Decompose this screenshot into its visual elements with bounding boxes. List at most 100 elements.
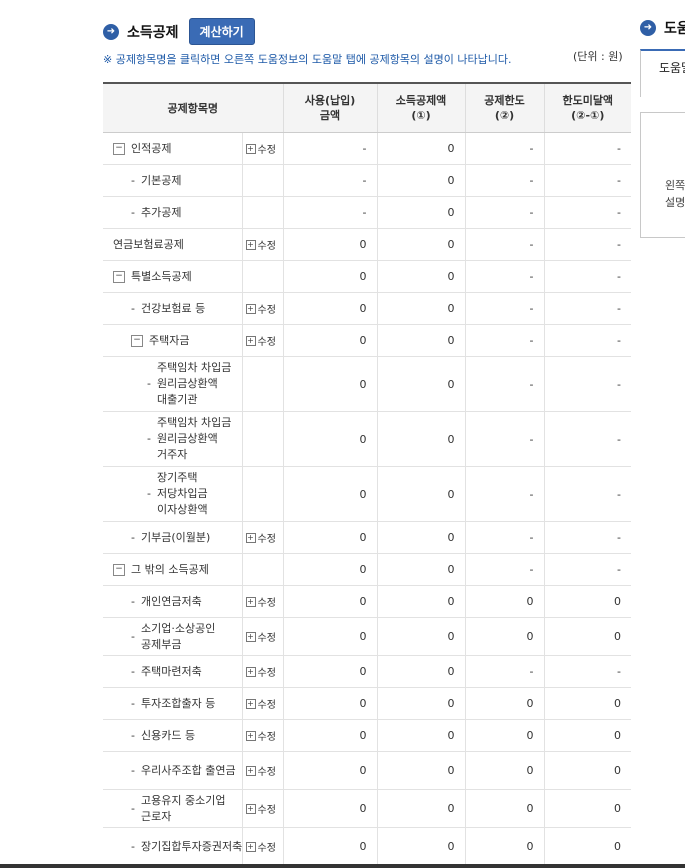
item-name-link[interactable]: 고용유지 중소기업 근로자: [141, 793, 242, 825]
item-name-link[interactable]: 소기업·소상공인 공제부금: [141, 621, 242, 653]
edit-label: 수정: [257, 843, 276, 854]
limit-cell: -: [464, 356, 545, 412]
edit-button[interactable]: + 수정: [243, 333, 283, 348]
table-row: − 인적공제 + 수정 -0- -: [103, 132, 632, 165]
item-name-link[interactable]: 특별소득공제: [131, 269, 192, 285]
edit-cell: + 수정: [241, 585, 284, 618]
limit-cell: 0: [464, 827, 545, 866]
amount-cell: 0: [282, 827, 378, 866]
shortfall-cell: -: [543, 324, 632, 357]
item-name-link[interactable]: 기본공제: [141, 173, 181, 189]
bottom-scrollbar[interactable]: [0, 864, 685, 868]
amount-cell: -: [282, 132, 378, 165]
edit-button[interactable]: + 수정: [243, 801, 283, 816]
edit-button[interactable]: + 수정: [243, 629, 283, 644]
edit-label: 수정: [257, 668, 276, 679]
limit-cell: -: [464, 164, 545, 197]
table-body: − 인적공제 + 수정 -0- - - 기본공제 -0- - - 추가공제 -0- - 연금보험료공제 + 수정…: [103, 132, 632, 866]
deduction-cell: 0: [376, 411, 466, 467]
table-row: - 주택임차 차입금 원리금상환액 대출기관 0 0- -: [103, 356, 632, 412]
deduction-cell: 0: [376, 719, 466, 752]
item-name-link[interactable]: 주택임차 차입금 원리금상환액 거주자: [157, 415, 242, 463]
edit-cell: [241, 196, 284, 229]
edit-button[interactable]: + 수정: [243, 530, 283, 545]
item-name-cell: - 기부금(이월분): [103, 521, 242, 554]
plus-box-icon: +: [245, 532, 256, 543]
collapse-toggle-icon[interactable]: −: [113, 142, 125, 155]
plus-box-icon: +: [245, 698, 256, 709]
deduction-cell: 0: [376, 260, 466, 293]
limit-cell: -: [464, 324, 545, 357]
edit-button[interactable]: + 수정: [243, 839, 283, 854]
shortfall-cell: -: [543, 228, 632, 261]
collapse-toggle-icon[interactable]: −: [113, 563, 125, 576]
indent-dash: -: [147, 432, 151, 445]
item-name-link[interactable]: 장기집합투자증권저축: [141, 839, 242, 855]
limit-cell: -: [464, 521, 545, 554]
edit-button[interactable]: + 수정: [243, 763, 283, 778]
edit-button[interactable]: + 수정: [243, 594, 283, 609]
item-name-cell: - 기본공제: [103, 164, 242, 197]
item-name-link[interactable]: 추가공제: [141, 205, 181, 221]
limit-cell: -: [464, 228, 545, 261]
indent-dash: -: [131, 763, 135, 777]
limit-cell: -: [464, 292, 545, 325]
edit-button[interactable]: + 수정: [243, 664, 283, 679]
shortfall-cell: -: [543, 655, 632, 688]
edit-label: 수정: [257, 145, 276, 156]
amount-cell: 0: [282, 228, 378, 261]
table-row: - 투자조합출자 등 + 수정 0 0 0 0: [103, 687, 632, 720]
help-text-line: 설명: [665, 196, 685, 209]
item-name-link[interactable]: 그 밖의 소득공제: [131, 562, 209, 578]
deduction-cell: 0: [376, 617, 466, 656]
arrow-circle-icon: ➜: [103, 23, 119, 40]
shortfall-cell: -: [543, 411, 632, 467]
edit-button[interactable]: + 수정: [243, 696, 283, 711]
indent-dash: -: [131, 530, 135, 544]
item-name-link[interactable]: 연금보험료공제: [113, 237, 184, 253]
item-name-link[interactable]: 인적공제: [131, 141, 171, 157]
item-name-link[interactable]: 투자조합출자 등: [141, 696, 215, 712]
item-name-link[interactable]: 주택마련저축: [141, 664, 202, 680]
plus-box-icon: +: [245, 730, 256, 741]
edit-cell: + 수정: [241, 789, 284, 828]
indent-dash: -: [147, 377, 151, 390]
edit-button[interactable]: + 수정: [243, 301, 283, 316]
item-name-link[interactable]: 우리사주조합 출연금: [141, 763, 236, 779]
item-name-cell: - 장기주택 저당차입금 이자상환액: [103, 466, 242, 522]
notice-text: ※ 공제항목명을 클릭하면 오른쪽 도움정보의 도움말 탭에 공제항목의 설명이…: [103, 53, 512, 66]
indent-dash: -: [131, 205, 135, 219]
plus-box-icon: +: [245, 841, 256, 852]
item-name-link[interactable]: 신용카드 등: [141, 728, 195, 744]
shortfall-cell: 0: [543, 617, 632, 656]
arrow-circle-icon: ➜: [640, 20, 656, 36]
deduction-cell: 0: [376, 132, 466, 165]
item-name-link[interactable]: 장기주택 저당차입금 이자상환액: [157, 470, 242, 518]
shortfall-cell: -: [543, 292, 632, 325]
limit-cell: -: [464, 553, 545, 586]
edit-button[interactable]: + 수정: [243, 728, 283, 743]
item-name-link[interactable]: 기부금(이월분): [141, 530, 210, 546]
item-name-link[interactable]: 개인연금저축: [141, 594, 202, 610]
item-name-link[interactable]: 주택임차 차입금 원리금상환액 대출기관: [157, 360, 242, 408]
edit-cell: [241, 553, 284, 586]
item-name-cell: - 주택임차 차입금 원리금상환액 대출기관: [103, 356, 242, 412]
collapse-toggle-icon[interactable]: −: [131, 334, 143, 347]
plus-box-icon: +: [245, 239, 256, 250]
table-row: - 추가공제 -0- -: [103, 196, 632, 229]
edit-button[interactable]: + 수정: [243, 237, 283, 252]
deduction-cell: 0: [376, 655, 466, 688]
table-row: - 신용카드 등 + 수정 0 0 0 0: [103, 719, 632, 752]
item-name-link[interactable]: 주택자금: [149, 333, 189, 349]
calculate-button[interactable]: 계산하기: [188, 18, 255, 45]
table-row: - 우리사주조합 출연금 + 수정 0 0 0 0: [103, 751, 632, 790]
item-name-link[interactable]: 건강보험료 등: [141, 301, 205, 317]
tab-help[interactable]: 도움말: [640, 49, 685, 97]
limit-cell: 0: [464, 751, 545, 790]
section-title: 소득공제: [127, 24, 179, 41]
item-name-cell: - 우리사주조합 출연금: [103, 751, 242, 790]
edit-button[interactable]: + 수정: [243, 141, 283, 156]
collapse-toggle-icon[interactable]: −: [113, 270, 125, 283]
amount-cell: 0: [282, 356, 378, 412]
table-row: - 기본공제 -0- -: [103, 164, 632, 197]
